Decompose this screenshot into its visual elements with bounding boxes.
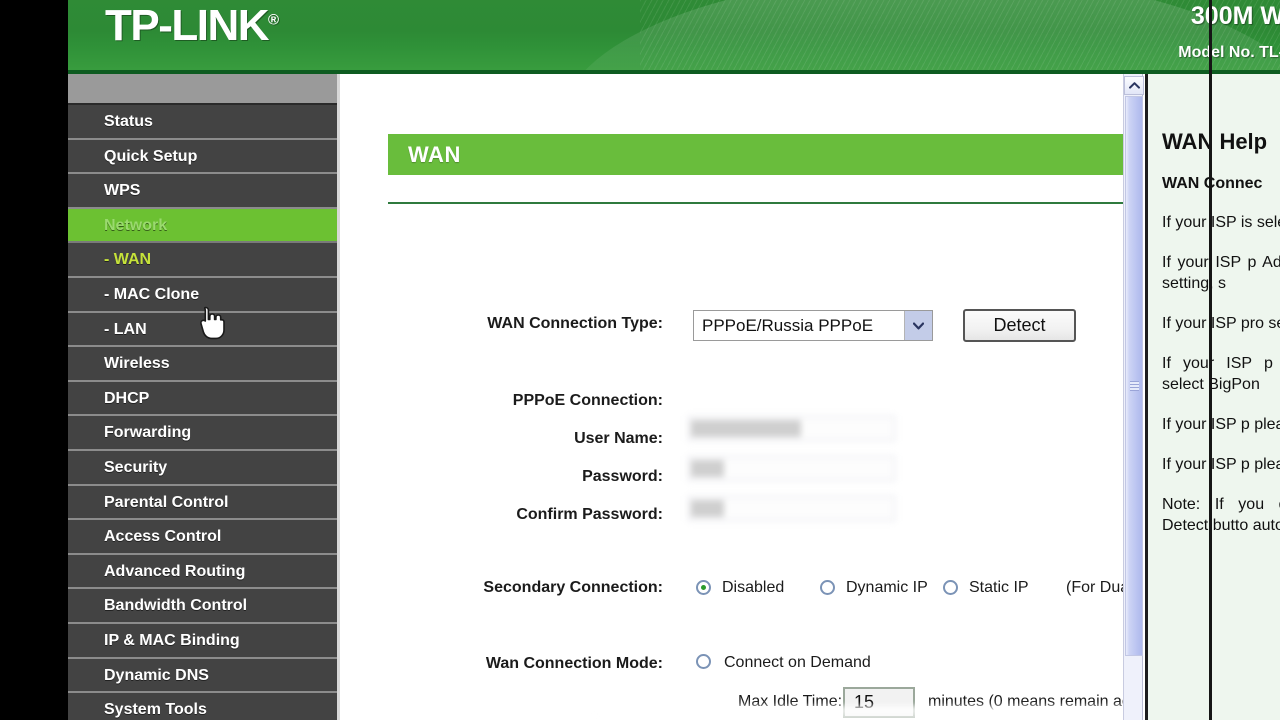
max-idle-time-note: minutes (0 means remain active	[928, 693, 1132, 710]
sidebar-item-label: IP & MAC Binding	[104, 631, 240, 649]
label-connect-on-demand: Connect on Demand	[724, 654, 871, 671]
sidebar-item-label: DHCP	[104, 389, 150, 407]
scrollbar-thumb[interactable]	[1125, 96, 1143, 656]
help-content: WAN Help WAN Connec If your ISP is selec…	[1162, 74, 1280, 536]
sidebar-item-label: Security	[104, 458, 168, 476]
max-idle-time-input[interactable]: 15	[843, 687, 915, 718]
sidebar-top-bar	[68, 74, 337, 105]
radio-secondary-static-ip[interactable]	[943, 580, 958, 595]
sidebar-item-access-control[interactable]: Access Control	[68, 520, 337, 555]
sidebar-item-system-tools[interactable]: System Tools	[68, 693, 337, 720]
content-scrollbar[interactable]	[1123, 74, 1144, 720]
sidebar-item-ip-mac-binding[interactable]: IP & MAC Binding	[68, 623, 337, 659]
sidebar-nav: Status Quick Setup WPS Network - WAN - MAC Cl…	[68, 74, 340, 720]
page-header: TP-LINK® 300M W Model No. TL-	[68, 0, 1280, 74]
sidebar-item-label: - WAN	[104, 251, 152, 269]
secondary-connection-label: Secondary Connection:	[483, 579, 663, 596]
body-wrap: Status Quick Setup WPS Network - WAN - MAC Cl…	[68, 74, 1280, 720]
label-secondary-disabled: Disabled	[722, 579, 785, 596]
sidebar-item-label: - LAN	[104, 320, 147, 338]
sidebar-item-lan[interactable]: - LAN	[68, 312, 337, 348]
screen-root: TP-LINK® 300M W Model No. TL- Status Quic…	[0, 0, 1280, 720]
sidebar-item-label: - MAC Clone	[104, 285, 200, 303]
sidebar-item-label: Access Control	[104, 528, 222, 546]
sidebar-item-mac-clone[interactable]: - MAC Clone	[68, 277, 337, 313]
help-panel: WAN Help WAN Connec If your ISP is selec…	[1145, 74, 1280, 720]
sidebar-item-dhcp[interactable]: DHCP	[68, 381, 337, 417]
wan-connection-type-value: PPPoE/Russia PPPoE	[702, 316, 874, 335]
password-input[interactable]	[688, 456, 895, 481]
sidebar-item-label: Bandwidth Control	[104, 597, 248, 615]
sidebar-item-label: Forwarding	[104, 424, 192, 442]
confirm-password-input[interactable]	[688, 496, 895, 521]
radio-secondary-disabled[interactable]	[696, 580, 711, 595]
sidebar-item-forwarding[interactable]: Forwarding	[68, 416, 337, 451]
sidebar-item-label: Status	[104, 113, 153, 130]
sidebar-item-advanced-routing[interactable]: Advanced Routing	[68, 554, 337, 590]
help-paragraph: If your ISP p please select	[1162, 456, 1280, 473]
section-divider	[388, 202, 1131, 204]
radio-connect-on-demand[interactable]	[696, 654, 711, 669]
main-content: WAN WAN Connection Type: PPPoE/Russia PP…	[343, 74, 1132, 720]
tplink-logo: TP-LINK®	[105, 1, 279, 51]
sidebar-item-label: Quick Setup	[104, 147, 198, 165]
model-info: 300M W Model No. TL-	[1178, 0, 1280, 62]
help-paragraph: If your ISP p Address, Su DNS setting, s	[1162, 254, 1280, 292]
sidebar-item-wan[interactable]: - WAN	[68, 243, 337, 278]
radio-secondary-dynamic-ip[interactable]	[820, 580, 835, 595]
right-black-edge	[1209, 0, 1212, 720]
pppoe-connection-label: PPPoE Connection:	[512, 392, 663, 409]
sidebar-item-label: Wireless	[104, 355, 170, 373]
sidebar-item-security[interactable]: Security	[68, 450, 337, 486]
sidebar-item-label: Dynamic DNS	[104, 666, 209, 684]
model-number-text: Model No. TL-	[1178, 44, 1280, 61]
scrollbar-up-arrow-icon[interactable]	[1124, 76, 1144, 95]
sidebar-item-label: Network	[104, 216, 168, 234]
help-paragraph: If your ISP is select the Dyn	[1162, 214, 1280, 231]
sidebar-item-network[interactable]: Network	[68, 208, 337, 244]
help-paragraph: If your ISP p Heart Beat S select BigPon	[1162, 355, 1280, 393]
confirm-password-label: Confirm Password:	[516, 506, 663, 523]
detect-button[interactable]: Detect	[963, 309, 1076, 342]
help-paragraph: If your ISP pro select PPPoE	[1162, 315, 1280, 332]
wan-connection-mode-label: Wan Connection Mode:	[485, 655, 663, 672]
registered-mark-icon: ®	[268, 11, 280, 29]
user-name-label: User Name:	[574, 430, 663, 447]
sidebar-item-quick-setup[interactable]: Quick Setup	[68, 139, 337, 175]
wan-connection-type-select[interactable]: PPPoE/Russia PPPoE	[693, 310, 933, 341]
user-name-input[interactable]	[688, 416, 895, 441]
sidebar-item-label: Parental Control	[104, 493, 229, 511]
sidebar-item-label: System Tools	[104, 701, 207, 719]
sidebar-item-parental-control[interactable]: Parental Control	[68, 485, 337, 521]
wan-connection-type-label: WAN Connection Type:	[487, 315, 663, 332]
page-title-banner: WAN	[388, 134, 1131, 175]
chevron-down-icon[interactable]	[904, 311, 932, 340]
sidebar-item-status[interactable]: Status	[68, 105, 337, 140]
sidebar-item-wps[interactable]: WPS	[68, 174, 337, 209]
max-idle-time-label: Max Idle Time:	[738, 693, 843, 710]
sidebar-item-bandwidth-control[interactable]: Bandwidth Control	[68, 589, 337, 624]
sidebar-item-label: WPS	[104, 182, 141, 200]
label-secondary-dynamic-ip: Dynamic IP	[846, 579, 928, 596]
left-black-gutter	[0, 0, 68, 720]
help-paragraph: If your ISP p please select	[1162, 416, 1280, 433]
help-paragraph: Note: If you do appropriate Detect butto…	[1162, 496, 1280, 534]
blurred-credentials-fields	[688, 412, 903, 528]
label-secondary-static-ip: Static IP	[969, 579, 1029, 596]
sidebar-item-wireless[interactable]: Wireless	[68, 347, 337, 382]
router-admin-page: TP-LINK® 300M W Model No. TL- Status Quic…	[68, 0, 1280, 720]
password-label: Password:	[582, 468, 663, 485]
sidebar-item-dynamic-dns[interactable]: Dynamic DNS	[68, 658, 337, 694]
help-title: WAN Help	[1162, 129, 1268, 154]
logo-text: TP-LINK	[105, 1, 270, 50]
scrollbar-grip-icon	[1130, 381, 1139, 391]
help-subtitle: WAN Connec	[1162, 175, 1263, 192]
sidebar-item-label: Advanced Routing	[104, 562, 246, 580]
product-line-text: 300M W	[1190, 2, 1280, 30]
